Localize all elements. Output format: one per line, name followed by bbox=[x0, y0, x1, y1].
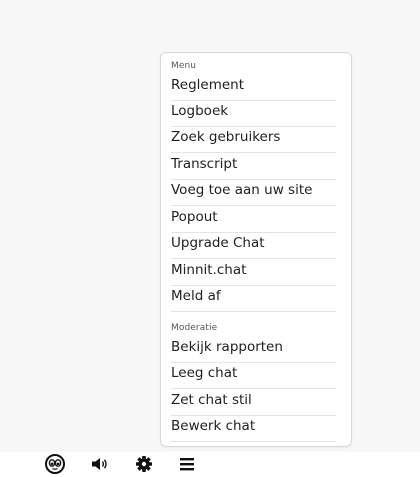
menu-item-minnit-chat[interactable]: Minnit.chat bbox=[171, 260, 336, 286]
menu-dropdown: Menu Reglement Logboek Zoek gebruikers T… bbox=[160, 52, 352, 447]
moderation-section-heading: Moderatie bbox=[171, 323, 218, 333]
menu-item-zet-chat-stil[interactable]: Zet chat stil bbox=[171, 390, 336, 416]
hamburger-menu-icon[interactable] bbox=[176, 453, 198, 475]
gear-icon[interactable] bbox=[133, 453, 155, 475]
volume-icon bbox=[92, 458, 107, 470]
emoji-icon[interactable] bbox=[44, 453, 66, 475]
menu-item-meld-af[interactable]: Meld af bbox=[171, 286, 336, 312]
menu-section-heading: Menu bbox=[171, 61, 197, 71]
menu-item-popout[interactable]: Popout bbox=[171, 207, 336, 233]
menu-item-bewerk-chat[interactable]: Bewerk chat bbox=[171, 416, 336, 442]
menu-item-reglement[interactable]: Reglement bbox=[171, 75, 336, 101]
menu-item-upgrade-chat[interactable]: Upgrade Chat bbox=[171, 233, 336, 259]
menu-item-zoek-gebruikers[interactable]: Zoek gebruikers bbox=[171, 127, 336, 153]
menu-item-transcript[interactable]: Transcript bbox=[171, 154, 336, 180]
speaker-icon[interactable] bbox=[89, 453, 111, 475]
menu-item-logboek[interactable]: Logboek bbox=[171, 101, 336, 127]
menu-item-bekijk-rapporten[interactable]: Bekijk rapporten bbox=[171, 337, 336, 363]
menu-item-voeg-toe-aan-uw-site[interactable]: Voeg toe aan uw site bbox=[171, 180, 336, 206]
menu-item-leeg-chat[interactable]: Leeg chat bbox=[171, 363, 336, 389]
emoji-face-icon bbox=[45, 454, 65, 474]
settings-gear-icon bbox=[136, 456, 152, 472]
menu-lines-icon bbox=[180, 458, 194, 471]
